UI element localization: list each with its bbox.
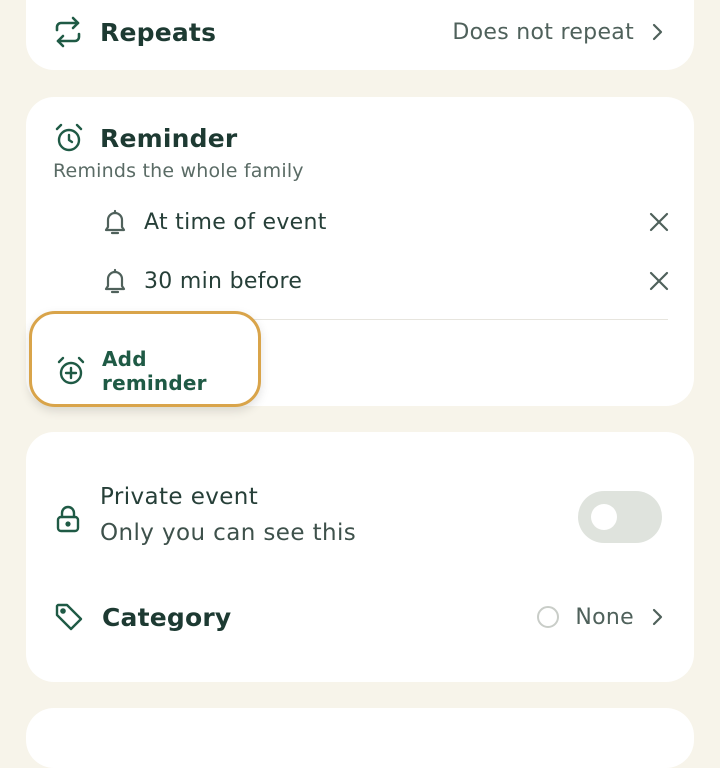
reminder-header: Reminder	[54, 121, 237, 155]
alarm-clock-icon	[54, 123, 84, 153]
reminder-item-label: At time of event	[144, 209, 327, 235]
add-reminder-button[interactable]: Add reminder	[29, 311, 261, 407]
private-event-toggle[interactable]	[578, 491, 662, 543]
lock-icon	[54, 504, 82, 534]
category-row[interactable]: Category None	[54, 600, 674, 634]
repeats-label: Repeats	[100, 17, 217, 47]
add-alarm-icon	[56, 356, 86, 386]
private-event-row: Private event Only you can see this	[54, 484, 674, 554]
private-event-subtitle: Only you can see this	[100, 520, 357, 546]
reminder-title: Reminder	[100, 123, 238, 153]
repeats-row[interactable]: Repeats Does not repeat	[52, 16, 672, 48]
add-reminder-label: Add reminder	[102, 347, 207, 395]
category-color-indicator	[537, 606, 560, 628]
repeat-icon	[52, 16, 84, 48]
tag-icon	[54, 602, 84, 632]
settings-card	[26, 432, 694, 682]
reminder-subtitle: Reminds the whole family	[53, 160, 304, 182]
reminder-item-label: 30 min before	[144, 268, 303, 294]
chevron-right-icon	[650, 607, 664, 627]
next-card	[26, 708, 694, 768]
category-value: None	[575, 604, 634, 630]
repeats-value: Does not repeat	[452, 19, 634, 45]
bell-icon	[102, 267, 128, 295]
chevron-right-icon	[650, 22, 664, 42]
close-icon[interactable]	[646, 268, 672, 294]
toggle-knob	[591, 504, 617, 530]
private-event-title: Private event	[100, 484, 259, 510]
reminder-item: At time of event	[102, 205, 674, 239]
close-icon[interactable]	[646, 209, 672, 235]
bell-icon	[102, 208, 128, 236]
category-label: Category	[102, 602, 232, 632]
reminder-item: 30 min before	[102, 264, 674, 298]
